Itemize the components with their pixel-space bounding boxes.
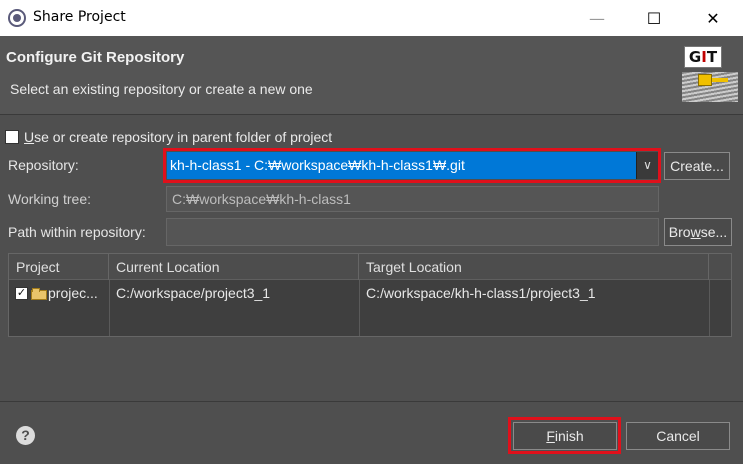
help-icon[interactable]: ? <box>16 426 35 445</box>
header-divider <box>0 114 743 115</box>
working-tree-field: C:₩workspace₩kh-h-class1 <box>166 186 659 212</box>
footer-divider <box>0 401 743 402</box>
wizard-title: Configure Git Repository <box>6 49 185 66</box>
git-logo-icon: GIT <box>682 46 738 104</box>
use-parent-folder-option[interactable]: Use or create repository in parent folde… <box>5 128 332 146</box>
close-button[interactable]: ✕ <box>690 0 736 36</box>
project-cell[interactable]: ✓ projec... <box>15 281 107 305</box>
column-header-current-location[interactable]: Current Location <box>109 254 359 280</box>
column-header-filler <box>709 254 731 280</box>
working-tree-label: Working tree: <box>8 191 91 207</box>
target-location-cell: C:/workspace/kh-h-class1/project3_1 <box>366 285 596 301</box>
project-folder-icon <box>31 288 47 300</box>
create-repository-button[interactable]: Create... <box>664 152 730 180</box>
project-row-checkbox[interactable]: ✓ <box>15 286 28 300</box>
current-location-cell: C:/workspace/project3_1 <box>116 285 271 301</box>
path-within-repository-field[interactable] <box>166 218 659 246</box>
title-bar: Share Project — ☐ ✕ <box>0 0 743 36</box>
column-header-project[interactable]: Project <box>9 254 109 280</box>
maximize-button[interactable]: ☐ <box>631 0 677 36</box>
git-logo-text: GIT <box>684 46 722 68</box>
project-table: Project Current Location Target Location… <box>8 253 732 337</box>
table-row[interactable]: ✓ projec... C:/workspace/project3_1 C:/w… <box>9 281 731 305</box>
repository-highlight-box <box>163 148 661 183</box>
project-name: projec... <box>48 285 98 301</box>
use-parent-folder-checkbox[interactable] <box>5 130 19 144</box>
browse-button[interactable]: Browse... <box>664 218 732 246</box>
use-parent-folder-label[interactable]: Use or create repository in parent folde… <box>24 129 332 145</box>
path-within-repository-label: Path within repository: <box>8 224 146 240</box>
repository-label: Repository: <box>8 157 79 173</box>
wizard-header: Configure Git Repository Select an exist… <box>0 36 743 114</box>
cancel-button[interactable]: Cancel <box>626 422 730 450</box>
column-header-target-location[interactable]: Target Location <box>359 254 709 280</box>
finish-highlight-box <box>508 417 621 454</box>
minimize-button[interactable]: — <box>574 0 620 36</box>
eclipse-icon <box>8 9 26 27</box>
window-title: Share Project <box>33 9 126 25</box>
wizard-description: Select an existing repository or create … <box>10 81 313 97</box>
table-header: Project Current Location Target Location <box>9 254 731 280</box>
